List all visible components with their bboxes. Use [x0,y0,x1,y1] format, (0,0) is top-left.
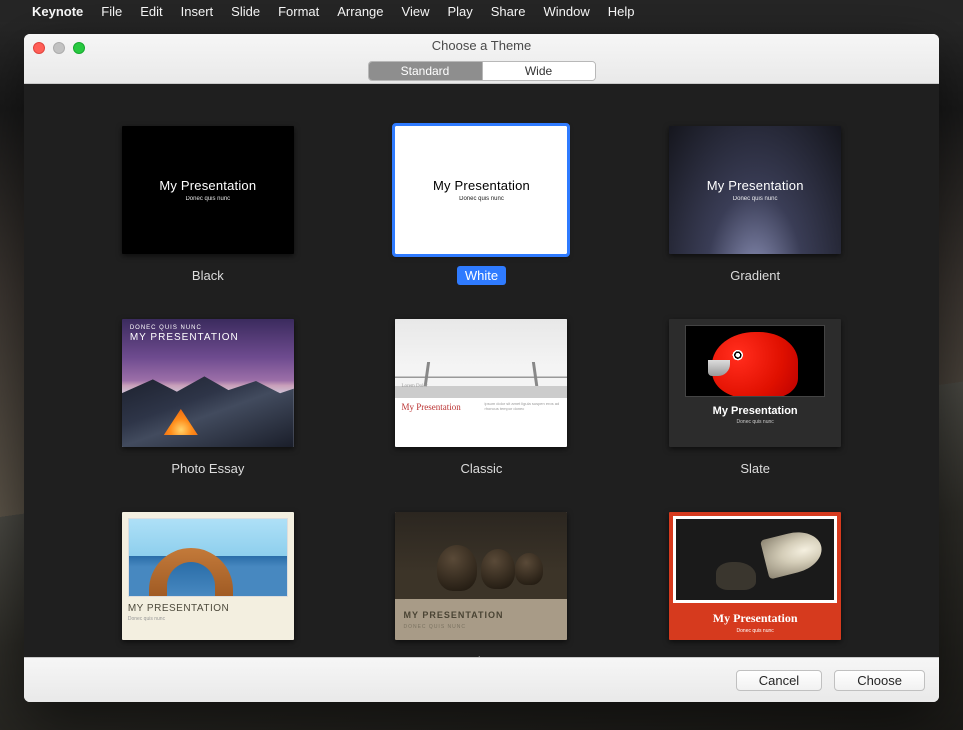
theme-thumbnail: DONEC QUIS NUNC MY PRESENTATION [122,319,294,447]
thumb-subtitle: Donec quis nunc [733,196,778,202]
menu-slide[interactable]: Slide [231,4,260,19]
theme-photo-essay[interactable]: DONEC QUIS NUNC MY PRESENTATION Photo Es… [102,319,314,478]
thumb-subtitle: DONEC QUIS NUNC [403,624,466,630]
theme-thumbnail: My Presentation Donec quis nunc [669,512,841,640]
theme-thumbnail: Lorem Dolor My Presentation ipsum dolor … [395,319,567,447]
close-button[interactable] [33,42,45,54]
menu-help[interactable]: Help [608,4,635,19]
thumb-title: My Presentation [401,402,478,443]
menu-play[interactable]: Play [447,4,472,19]
thumb-title: My Presentation [433,178,530,193]
theme-thumbnail: MY PRESENTATION DONEC QUIS NUNC [395,512,567,640]
theme-label: Classic [453,459,511,478]
theme-improv[interactable]: My Presentation Donec quis nunc Improv [649,512,861,657]
theme-label: Photo Essay [163,459,252,478]
theme-thumbnail: My Presentation Donec quis nunc [395,126,567,254]
theme-label: White [457,266,506,285]
menu-insert[interactable]: Insert [181,4,214,19]
menu-edit[interactable]: Edit [140,4,162,19]
thumb-subtitle: Donec quis nunc [459,196,504,202]
theme-thumbnail: MY PRESENTATION Donec quis nunc [122,512,294,640]
app-menu[interactable]: Keynote [32,4,83,19]
menu-share[interactable]: Share [491,4,526,19]
segment-standard[interactable]: Standard [369,62,482,80]
theme-grid-area: My Presentation Donec quis nunc Black My… [24,84,939,657]
menu-file[interactable]: File [101,4,122,19]
thumb-subtitle: Donec quis nunc [128,616,288,622]
theme-label: Black [184,266,232,285]
theme-chooser-window: Choose a Theme Standard Wide My Presenta… [24,34,939,702]
theme-black[interactable]: My Presentation Donec quis nunc Black [102,126,314,285]
theme-thumbnail: My Presentation Donec quis nunc [669,319,841,447]
thumb-title: MY PRESENTATION [403,610,503,620]
menu-format[interactable]: Format [278,4,319,19]
thumb-title: My Presentation [713,611,798,626]
thumb-title: My Presentation [707,178,804,193]
thumb-lorem: ipsum dolor sit amet ligula suspen eros … [484,402,561,443]
window-title: Choose a Theme [24,34,939,53]
theme-cream-paper[interactable]: MY PRESENTATION Donec quis nunc Cream Pa… [102,512,314,657]
theme-label: Slate [732,459,778,478]
cancel-button[interactable]: Cancel [736,670,822,691]
theme-gradient[interactable]: My Presentation Donec quis nunc Gradient [649,126,861,285]
theme-artisan[interactable]: MY PRESENTATION DONEC QUIS NUNC Artisan [376,512,588,657]
choose-button[interactable]: Choose [834,670,925,691]
theme-slate[interactable]: My Presentation Donec quis nunc Slate [649,319,861,478]
menu-arrange[interactable]: Arrange [337,4,383,19]
theme-classic[interactable]: Lorem Dolor My Presentation ipsum dolor … [376,319,588,478]
theme-thumbnail: My Presentation Donec quis nunc [122,126,294,254]
menu-view[interactable]: View [402,4,430,19]
thumb-eyebrow: DONEC QUIS NUNC [130,325,239,331]
theme-label: Improv [727,652,783,657]
theme-scroll[interactable]: My Presentation Donec quis nunc Black My… [24,84,939,657]
theme-white[interactable]: My Presentation Donec quis nunc White [376,126,588,285]
system-menubar: Keynote File Edit Insert Slide Format Ar… [0,0,963,22]
footer-bar: Cancel Choose [24,657,939,702]
aspect-segmented-control: Standard Wide [368,61,596,81]
thumb-subtitle: Donec quis nunc [185,196,230,202]
theme-thumbnail: My Presentation Donec quis nunc [669,126,841,254]
titlebar: Choose a Theme Standard Wide [24,34,939,84]
minimize-button[interactable] [53,42,65,54]
thumb-author: Lorem Dolor [401,384,427,389]
theme-label: Cream Paper [161,652,254,657]
thumb-title: My Presentation [159,178,256,193]
thumb-title: MY PRESENTATION [130,332,239,343]
zoom-button[interactable] [73,42,85,54]
theme-label: Artisan [453,652,509,657]
menu-window[interactable]: Window [543,4,589,19]
thumb-subtitle: Donec quis nunc [669,628,841,634]
thumb-title: My Presentation [713,405,798,417]
thumb-subtitle: Donec quis nunc [737,419,774,425]
thumb-title: MY PRESENTATION [128,603,288,614]
window-controls [33,42,85,54]
segment-wide[interactable]: Wide [482,62,595,80]
theme-label: Gradient [722,266,788,285]
